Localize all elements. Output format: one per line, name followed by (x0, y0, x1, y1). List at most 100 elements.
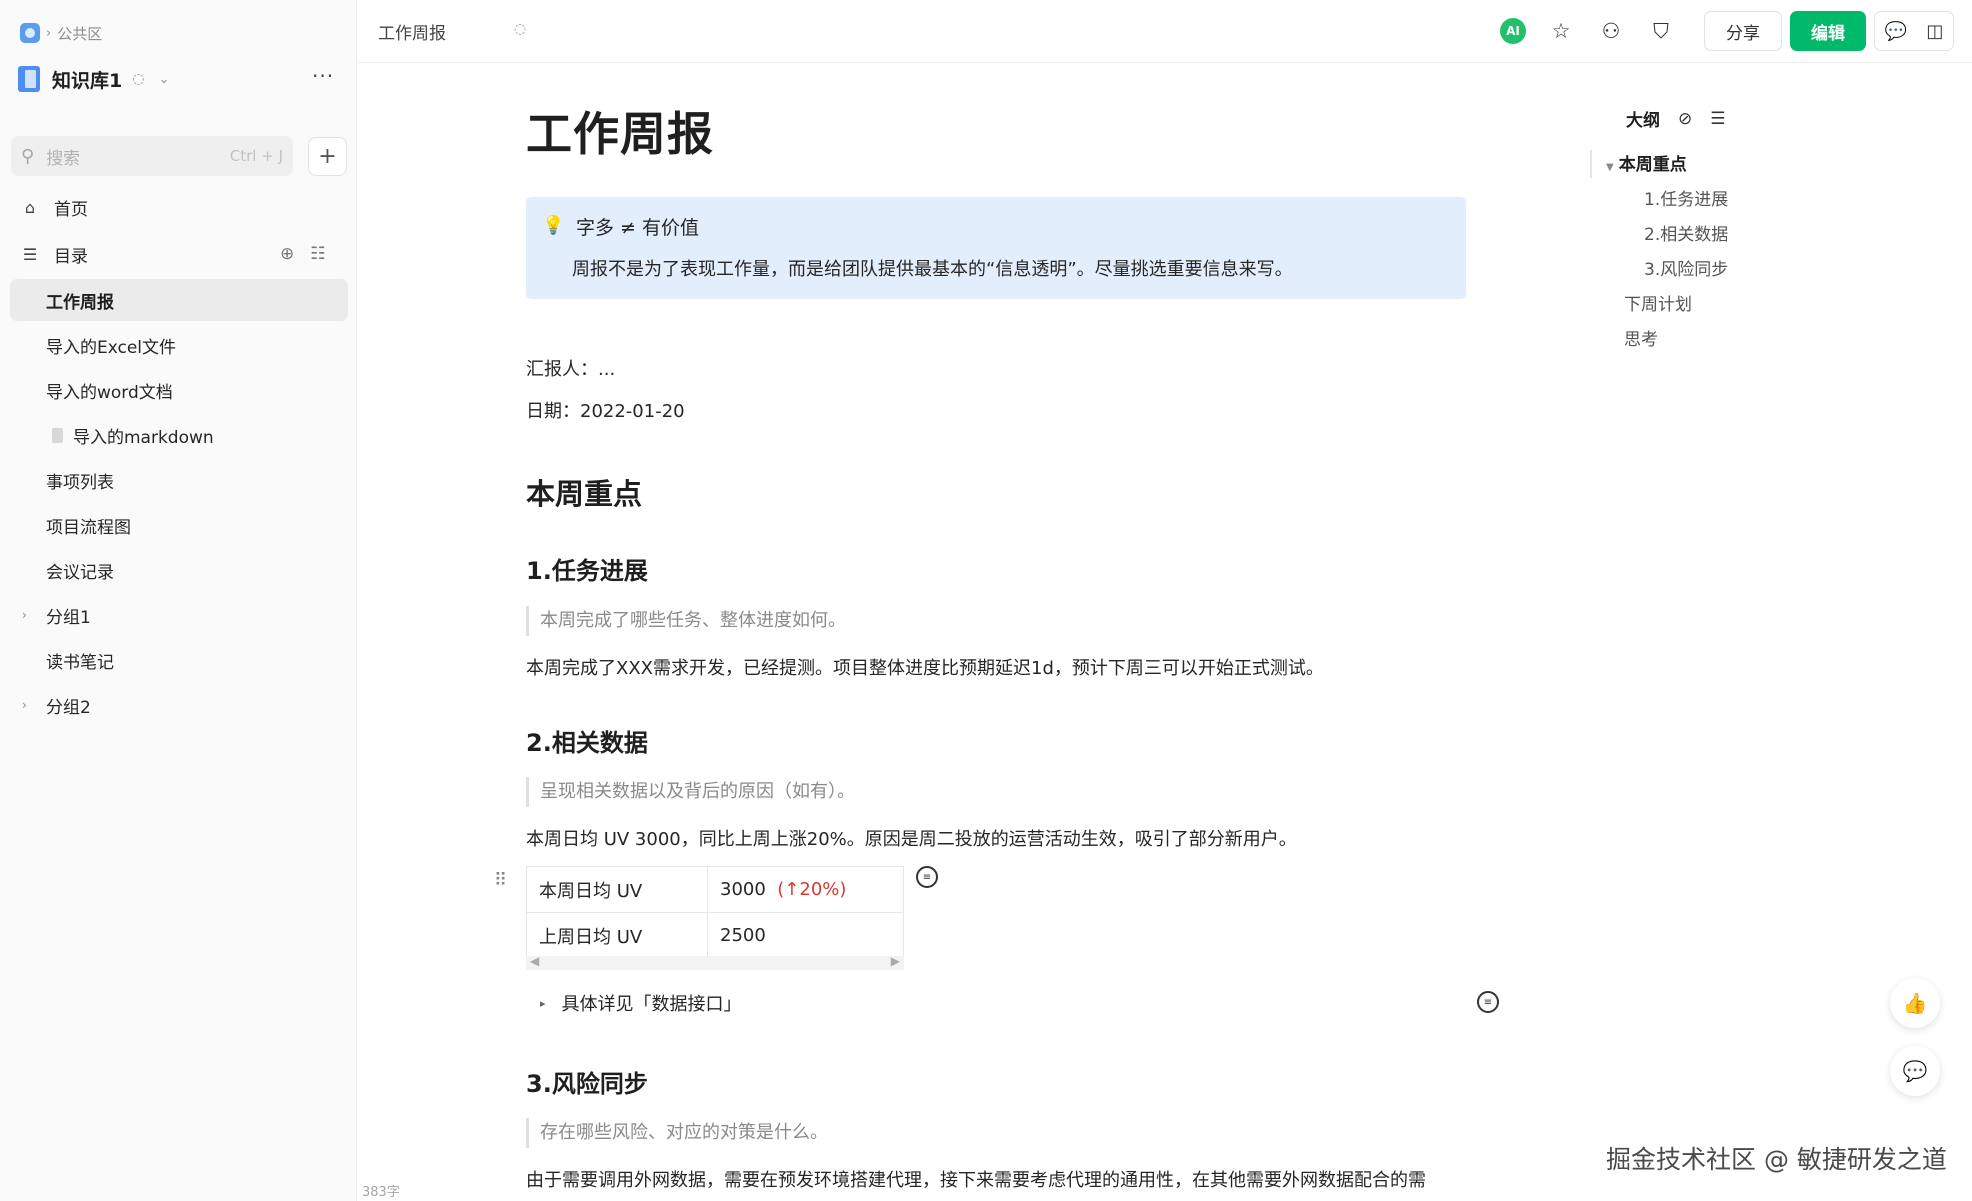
heading-related-data[interactable]: 2.相关数据 (526, 723, 648, 758)
comment-icon[interactable]: ≡ (1477, 991, 1499, 1013)
chevron-down-icon[interactable]: ⌄ (158, 72, 169, 87)
drag-handle-icon[interactable]: ⠿ (494, 870, 507, 891)
outline-item[interactable]: 思考 (1624, 325, 1658, 350)
tree-item-reading-notes[interactable]: 读书笔记 (10, 639, 348, 681)
comment-icon[interactable]: ≡ (916, 866, 938, 888)
outline-item[interactable]: 2.相关数据 (1644, 220, 1728, 245)
tree-item-label: 分组2 (46, 697, 91, 718)
star-icon[interactable]: ☆ (1546, 16, 1576, 46)
table-cell[interactable]: 3000 (↑20%) (707, 866, 904, 913)
tree-item-meeting-notes[interactable]: 会议记录 (10, 549, 348, 591)
search-placeholder: 搜索 (46, 148, 81, 169)
tree-item-weekly-report[interactable]: 工作周报 (10, 279, 348, 321)
comment-icon[interactable]: 💬 (1885, 21, 1907, 42)
tree-item-label: 导入的Excel文件 (46, 337, 177, 358)
tree-item-label: 会议记录 (46, 562, 114, 583)
tree-item-label: 项目流程图 (46, 517, 131, 538)
breadcrumb[interactable]: › 公共区 (20, 22, 102, 44)
directory-tools: ⊕ ☷ (280, 244, 326, 264)
scroll-left-icon[interactable]: ◀ (530, 954, 539, 968)
tree-item-excel[interactable]: 导入的Excel文件 (10, 324, 348, 366)
lightbulb-icon: 💡 (542, 215, 565, 236)
chevron-right-icon[interactable]: › (22, 698, 27, 712)
present-icon[interactable]: ⛉ (1646, 16, 1676, 46)
heading-risk-sync[interactable]: 3.风险同步 (526, 1064, 648, 1099)
chevron-right-icon[interactable]: › (22, 608, 27, 622)
tree-item-label: 分组1 (46, 607, 91, 628)
sidebar-toggle-icon[interactable]: ◫ (1926, 21, 1943, 42)
section-heading[interactable]: 本周重点 (526, 471, 642, 513)
outline-item[interactable]: 1.任务进展 (1644, 185, 1728, 210)
outline-item[interactable]: 3.风险同步 (1644, 255, 1728, 280)
hide-icon[interactable]: ⊘ (1678, 109, 1692, 129)
tree-item-group2[interactable]: › 分组2 (10, 684, 348, 726)
reporter-text[interactable]: 汇报人：... (526, 355, 615, 381)
visibility-icon: ◌ (514, 21, 527, 37)
nav-home-label: 首页 (54, 199, 88, 220)
tree-item-label: 工作周报 (46, 292, 114, 313)
search-shortcut-hint: Ctrl + J (229, 147, 283, 165)
search-input[interactable]: ⚲ 搜索 Ctrl + J (11, 136, 293, 176)
outline-item[interactable]: ▼ 本周重点 (1606, 150, 1687, 175)
tree-item-group1[interactable]: › 分组1 (10, 594, 348, 636)
nav-directory[interactable]: ☰ 目录 (20, 237, 88, 271)
nav-directory-label: 目录 (54, 246, 88, 267)
callout-block[interactable]: 💡 字多 ≠ 有价值 周报不是为了表现工作量，而是给团队提供最基本的“信息透明”… (526, 197, 1466, 299)
comment-icon: 💬 (1902, 1059, 1928, 1083)
comment-button[interactable]: 💬 (1890, 1046, 1940, 1096)
table-cell[interactable]: 2500 (707, 912, 904, 959)
list-settings-icon[interactable]: ☷ (310, 244, 325, 264)
table-row: 本周日均 UV 3000 (↑20%) (526, 866, 904, 913)
breadcrumb-space[interactable]: 公共区 (57, 23, 102, 44)
heading-task-progress[interactable]: 1.任务进展 (526, 551, 648, 586)
ai-icon[interactable]: AI (1500, 18, 1526, 44)
text-risk-sync[interactable]: 由于需要调用外网数据，需要在预发环境搭建代理，接下来需要考虑代理的通用性，在其他… (526, 1166, 1426, 1192)
outline-list-icon[interactable]: ☰ (1710, 109, 1725, 129)
nav-home[interactable]: ⌂ 首页 (20, 190, 88, 224)
uv-change: (↑20%) (777, 879, 847, 900)
share-button[interactable]: 分享 (1704, 11, 1782, 51)
quote-related-data[interactable]: 呈现相关数据以及背后的原因（如有）。 (526, 777, 855, 807)
add-button[interactable]: + (308, 137, 347, 176)
tree-item-task-list[interactable]: 事项列表 (10, 459, 348, 501)
outline-title: 大纲 (1626, 111, 1660, 131)
locate-icon[interactable]: ⊕ (280, 244, 294, 264)
scroll-right-icon[interactable]: ▶ (891, 954, 900, 968)
directory-icon: ☰ (22, 244, 38, 264)
tree-item-label: 事项列表 (46, 472, 114, 493)
more-options-icon[interactable]: ··· (312, 64, 334, 88)
knowledge-base-header[interactable]: 知识库1 ◌ ⌄ (18, 62, 169, 96)
search-icon: ⚲ (21, 145, 35, 167)
date-text[interactable]: 日期：2022-01-20 (526, 397, 685, 423)
tree-item-label: 导入的markdown (73, 427, 214, 448)
outline-header: 大纲 ⊘ ☰ (1626, 106, 1726, 132)
toggle-arrow-icon[interactable]: ▸ (540, 997, 546, 1010)
like-button[interactable]: 👍 (1890, 978, 1940, 1028)
uv-table[interactable]: 本周日均 UV 3000 (↑20%) 上周日均 UV 2500 (526, 866, 904, 959)
word-count: 383字 (362, 1185, 400, 1200)
header-tools: 💬 ◫ (1874, 11, 1954, 51)
table-cell[interactable]: 本周日均 UV (526, 866, 708, 913)
text-task-progress[interactable]: 本周完成了XXX需求开发，已经提测。项目整体进度比预期延迟1d，预计下周三可以开… (526, 654, 1324, 680)
tree-item-flowchart[interactable]: 项目流程图 (10, 504, 348, 546)
outline-item[interactable]: 下周计划 (1624, 290, 1692, 315)
table-cell[interactable]: 上周日均 UV (526, 912, 708, 959)
tree-item-markdown[interactable]: 导入的markdown (10, 414, 348, 456)
quote-task-progress[interactable]: 本周完成了哪些任务、整体进度如何。 (526, 606, 846, 636)
header-doc-title: 工作周报 (378, 24, 446, 44)
knowledge-base-name[interactable]: 知识库1 (52, 66, 122, 93)
top-bar: 工作周报 ◌ AI ☆ ⚇ ⛉ 分享 编辑 💬 ◫ (358, 0, 1972, 63)
text-related-data[interactable]: 本周日均 UV 3000，同比上周上涨20%。原因是周二投放的运营活动生效，吸引… (526, 825, 1297, 851)
tree-item-label: 读书笔记 (46, 652, 114, 673)
edit-button[interactable]: 编辑 (1790, 11, 1866, 51)
uv-value: 2500 (720, 925, 766, 946)
quote-risk-sync[interactable]: 存在哪些风险、对应的对策是什么。 (526, 1118, 828, 1148)
caret-down-icon[interactable]: ▼ (1606, 162, 1614, 173)
tree-item-word[interactable]: 导入的word文档 (10, 369, 348, 411)
page-title[interactable]: 工作周报 (526, 98, 714, 164)
callout-text: 周报不是为了表现工作量，而是给团队提供最基本的“信息透明”。尽量挑选重要信息来写… (572, 259, 1293, 280)
toggle-block[interactable]: ▸ 具体详见「数据接口」 (540, 990, 742, 1016)
table-scrollbar[interactable]: ◀ ▶ (526, 954, 904, 970)
table-row: 上周日均 UV 2500 (526, 912, 904, 959)
add-member-icon[interactable]: ⚇ (1596, 16, 1626, 46)
